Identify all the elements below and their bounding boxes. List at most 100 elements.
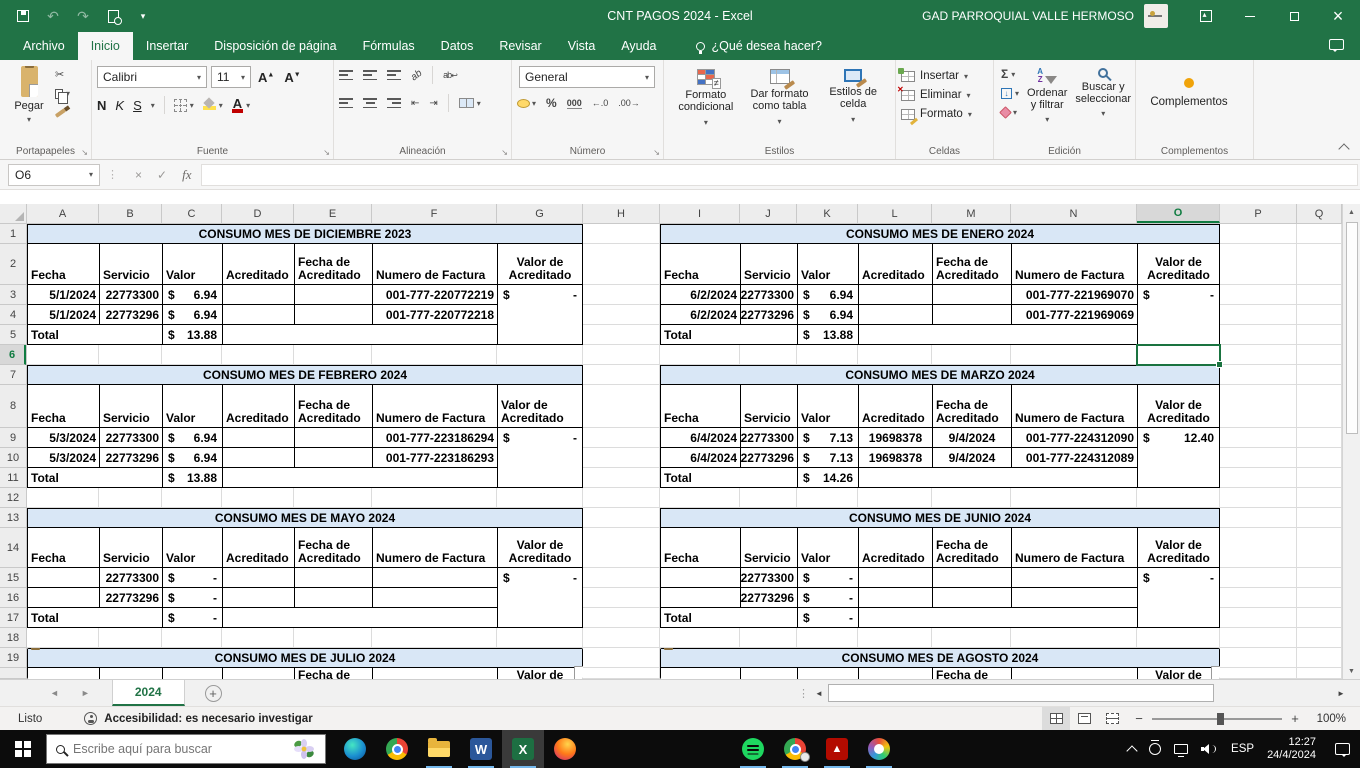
- dialog-launcher-icon[interactable]: ↘: [81, 148, 88, 157]
- row-header-7[interactable]: 7: [0, 365, 26, 385]
- separator-dots[interactable]: ⋮: [107, 168, 118, 181]
- total-valor[interactable]: $ -: [798, 608, 859, 628]
- cell-factura[interactable]: 001-777-223186294: [373, 428, 498, 448]
- cell-acreditado[interactable]: [859, 568, 933, 588]
- minimize-button[interactable]: [1228, 0, 1272, 32]
- table-title[interactable]: CONSUMO MES DE AGOSTO 2024: [660, 648, 1220, 668]
- horizontal-scroll-thumb[interactable]: [828, 684, 1215, 702]
- collapse-ribbon-icon[interactable]: [1338, 143, 1350, 155]
- column-header-I[interactable]: I: [660, 204, 740, 223]
- page-break-view-button[interactable]: [1098, 707, 1126, 730]
- restore-button[interactable]: [1272, 0, 1316, 32]
- dialog-launcher-icon[interactable]: ↘: [653, 148, 660, 157]
- header-acreditado[interactable]: Acreditado: [223, 385, 295, 428]
- header-valor-acreditado[interactable]: Valor de Acreditado: [1138, 528, 1220, 568]
- tab-datos[interactable]: Datos: [428, 32, 487, 60]
- scroll-up-icon[interactable]: ▲: [1343, 204, 1360, 220]
- close-button[interactable]: ×: [1316, 0, 1360, 32]
- cell-factura[interactable]: [1012, 588, 1138, 608]
- header-numero-factura[interactable]: [373, 668, 498, 679]
- header-fecha[interactable]: Fecha: [28, 385, 100, 428]
- cell-factura[interactable]: 001-777-220772219: [373, 285, 498, 305]
- conditional-formatting-button[interactable]: Formato condicional ▾: [669, 66, 743, 129]
- header-fecha-acreditado[interactable]: Fecha de Acreditado: [933, 528, 1012, 568]
- header-fecha-acreditado[interactable]: Fecha de Acreditado: [295, 668, 373, 679]
- cell-valor[interactable]: $ -: [798, 568, 859, 588]
- cell-servicio[interactable]: 22773296: [100, 588, 163, 608]
- header-fecha-acreditado[interactable]: Fecha de Acreditado: [295, 528, 373, 568]
- avatar[interactable]: [1144, 4, 1168, 28]
- underline-button[interactable]: S: [133, 98, 142, 113]
- normal-view-button[interactable]: [1042, 707, 1070, 730]
- header-valor-acreditado[interactable]: Valor de Acreditado: [498, 244, 583, 285]
- zoom-slider[interactable]: [1152, 712, 1282, 725]
- header-fecha-acreditado[interactable]: Fecha de Acreditado: [933, 668, 1012, 679]
- copy-button[interactable]: ▾: [55, 87, 70, 104]
- header-valor-acreditado[interactable]: Valor de Acreditado: [498, 668, 583, 679]
- scroll-left-icon[interactable]: ◄: [812, 689, 826, 698]
- taskbar-acrobat[interactable]: ▲: [816, 730, 858, 768]
- taskbar-excel[interactable]: X: [502, 730, 544, 768]
- column-header-A[interactable]: A: [27, 204, 99, 223]
- vertical-scrollbar[interactable]: ▲ ▼: [1342, 204, 1360, 679]
- account-name[interactable]: GAD PARROQUIAL VALLE HERMOSO: [922, 9, 1134, 23]
- horizontal-scrollbar[interactable]: ◄ ►: [812, 684, 1348, 702]
- redo-icon[interactable]: ↷: [76, 8, 90, 25]
- row-header-17[interactable]: 17: [0, 608, 26, 628]
- cell-styles-button[interactable]: Estilos de celda ▾: [816, 66, 890, 129]
- total-valor[interactable]: $ -: [163, 608, 223, 628]
- increase-decimal-button[interactable]: ←.0: [592, 98, 609, 108]
- cell-fecha-acreditado[interactable]: [933, 285, 1012, 305]
- header-valor[interactable]: Valor: [163, 244, 223, 285]
- cancel-icon[interactable]: ×: [135, 168, 142, 182]
- fill-color-button[interactable]: ▾: [202, 100, 223, 110]
- cell-valor[interactable]: $7.13: [798, 428, 859, 448]
- taskbar-file-explorer[interactable]: [418, 730, 460, 768]
- row-header-12[interactable]: 12: [0, 488, 26, 508]
- header-numero-factura[interactable]: Numero de Factura: [1012, 385, 1138, 428]
- taskbar-search[interactable]: [46, 734, 326, 764]
- column-header-G[interactable]: G: [497, 204, 583, 223]
- total-valor[interactable]: $13.88: [163, 468, 223, 488]
- tell-me-search[interactable]: ¿Qué desea hacer?: [695, 32, 822, 60]
- header-fecha[interactable]: Fecha: [28, 244, 100, 285]
- tab-archivo[interactable]: Archivo: [10, 32, 78, 60]
- header-acreditado[interactable]: Acreditado: [223, 244, 295, 285]
- table-title[interactable]: CONSUMO MES DE MARZO 2024: [660, 365, 1220, 385]
- column-header-O[interactable]: O: [1137, 204, 1220, 223]
- cell-fecha[interactable]: 6/2/2024: [661, 305, 741, 325]
- cell-valor[interactable]: $ -: [163, 588, 223, 608]
- header-acreditado[interactable]: Acreditado: [859, 385, 933, 428]
- percent-style-button[interactable]: %: [546, 96, 557, 110]
- column-header-C[interactable]: C: [162, 204, 222, 223]
- header-fecha[interactable]: [28, 668, 100, 679]
- column-header-D[interactable]: D: [222, 204, 294, 223]
- header-acreditado[interactable]: [223, 668, 295, 679]
- formula-input[interactable]: [201, 163, 1358, 186]
- zoom-slider-thumb[interactable]: [1217, 712, 1224, 725]
- header-fecha-acreditado[interactable]: Fecha de Acreditado: [295, 385, 373, 428]
- header-valor-acreditado[interactable]: Valor de Acreditado: [1138, 668, 1220, 679]
- cell-fecha-acreditado[interactable]: 9/4/2024: [933, 428, 1012, 448]
- dialog-launcher-icon[interactable]: ↘: [323, 148, 330, 157]
- row-header-6[interactable]: 6: [0, 345, 26, 365]
- cell-fecha-acreditado[interactable]: [933, 305, 1012, 325]
- accounting-format-button[interactable]: ▾: [515, 95, 536, 108]
- taskbar-firefox[interactable]: [544, 730, 586, 768]
- cell-fecha-acreditado[interactable]: 9/4/2024: [933, 448, 1012, 468]
- undo-icon[interactable]: ↶: [46, 8, 60, 25]
- cell-fecha[interactable]: [28, 588, 100, 608]
- cell-fecha-acreditado[interactable]: [933, 588, 1012, 608]
- row-header-4[interactable]: 4: [0, 305, 26, 325]
- taskbar-paint[interactable]: [858, 730, 900, 768]
- tray-app-icon[interactable]: [1149, 740, 1162, 755]
- cell-servicio[interactable]: 22773296: [741, 588, 798, 608]
- cell-factura[interactable]: [1012, 568, 1138, 588]
- header-valor-acreditado[interactable]: Valor de Acreditado: [1138, 244, 1220, 285]
- cell-factura[interactable]: 001-777-224312089: [1012, 448, 1138, 468]
- insert-cells-button[interactable]: Insertar ▾: [898, 67, 988, 82]
- header-fecha-acreditado[interactable]: Fecha de Acreditado: [933, 385, 1012, 428]
- enter-icon[interactable]: ✓: [157, 168, 167, 182]
- paste-button[interactable]: Pegar ▾: [9, 66, 49, 124]
- total-label[interactable]: Total: [28, 608, 163, 628]
